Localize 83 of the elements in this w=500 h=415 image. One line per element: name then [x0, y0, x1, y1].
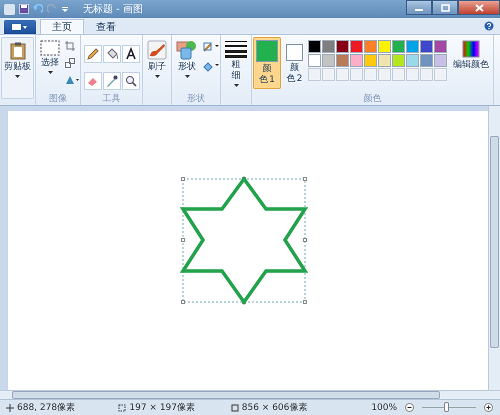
rotate-icon[interactable]: [65, 75, 79, 85]
menu-icon: [11, 23, 29, 31]
help-icon[interactable]: [484, 21, 494, 31]
dashed-rectangle-icon: [40, 40, 60, 56]
color-swatch[interactable]: [392, 40, 405, 53]
zoom-level: 100%: [371, 402, 398, 412]
color-swatch[interactable]: [336, 40, 349, 53]
ribbon-tab[interactable]: 主页: [40, 19, 84, 34]
color-swatch[interactable]: [420, 40, 433, 53]
color-spectrum-icon: [462, 40, 480, 58]
caret-icon: [154, 75, 160, 78]
selection-size: 197 × 197像素: [129, 402, 196, 414]
color-swatch[interactable]: [392, 54, 405, 67]
paint-app-icon[interactable]: [4, 4, 15, 14]
select-button[interactable]: 选择: [37, 37, 63, 77]
clipboard-icon: [10, 42, 26, 60]
color-swatch[interactable]: [378, 40, 391, 53]
color-swatch[interactable]: [308, 54, 321, 67]
maximize-button[interactable]: [432, 0, 458, 15]
color-swatch[interactable]: [378, 54, 391, 67]
shapes-icon: [176, 40, 198, 60]
group-label: 图像: [49, 94, 67, 105]
crosshair-icon: [6, 404, 14, 412]
shapes-button[interactable]: 形状: [173, 37, 201, 81]
paint-menu-button[interactable]: [4, 20, 36, 34]
group-label: 颜色: [364, 94, 382, 105]
color-picker-icon[interactable]: [103, 72, 121, 90]
pencil-icon[interactable]: [84, 45, 102, 63]
crop-icon[interactable]: [65, 41, 75, 51]
dropdown-icon[interactable]: [61, 5, 69, 13]
fill-bucket-icon[interactable]: [103, 45, 121, 63]
color-swatch[interactable]: [364, 40, 377, 53]
size-button[interactable]: 粗细: [222, 37, 250, 90]
caret-icon: [184, 75, 190, 78]
minus-icon: [404, 403, 414, 412]
vertical-scrollbar[interactable]: [488, 106, 500, 390]
color-swatch[interactable]: [406, 54, 419, 67]
plus-icon: [484, 403, 494, 412]
group-label: 工具: [102, 94, 120, 105]
window-title: 无标题 - 画图: [83, 2, 143, 16]
color-swatch[interactable]: [350, 54, 363, 67]
color-swatch[interactable]: [420, 54, 433, 67]
ribbon-tab[interactable]: 查看: [84, 19, 128, 34]
outline-icon[interactable]: [203, 41, 219, 53]
color-swatch[interactable]: [322, 54, 335, 67]
zoom-slider[interactable]: [444, 402, 450, 412]
color-swatch[interactable]: [434, 40, 447, 53]
maximize-icon: [440, 4, 450, 12]
group-label: 形状: [187, 94, 205, 105]
color-slot-button[interactable]: 颜色 2: [283, 37, 306, 88]
color-swatch[interactable]: [336, 54, 349, 67]
brush-button[interactable]: 刷子: [144, 37, 170, 81]
zoom-out-button[interactable]: [404, 402, 415, 413]
selection-icon: [117, 404, 126, 412]
zoom-in-button[interactable]: [483, 402, 494, 413]
color-swatch[interactable]: [434, 54, 447, 67]
caret-icon: [48, 71, 52, 74]
image-size: 856 × 606像素: [242, 402, 308, 414]
fill-icon[interactable]: [203, 60, 219, 72]
redo-icon[interactable]: [47, 4, 57, 14]
color-swatch[interactable]: [308, 40, 321, 53]
line-widths-icon: [225, 40, 247, 58]
cursor-position: 688, 278像素: [17, 402, 76, 414]
caret-icon: [15, 75, 20, 78]
brush-icon: [147, 40, 167, 60]
color-swatch[interactable]: [406, 40, 419, 53]
resize-icon[interactable]: [65, 58, 75, 68]
close-button[interactable]: [458, 0, 500, 15]
color-swatch[interactable]: [364, 54, 377, 67]
canvas-size-icon: [230, 404, 239, 412]
paste-button[interactable]: 剪贴板: [1, 37, 34, 99]
minimize-button[interactable]: [406, 0, 432, 15]
close-icon: [474, 4, 484, 12]
magnifier-icon[interactable]: [122, 72, 140, 90]
save-icon[interactable]: [19, 4, 29, 14]
color-swatch[interactable]: [322, 40, 335, 53]
edit-colors-button[interactable]: 编辑颜色: [450, 37, 492, 74]
horizontal-scrollbar[interactable]: [0, 390, 500, 399]
color-slot-button[interactable]: 颜色 1: [253, 37, 281, 89]
color-swatch[interactable]: [350, 40, 363, 53]
text-icon[interactable]: [122, 45, 140, 63]
undo-icon[interactable]: [33, 4, 43, 14]
caret-icon: [234, 84, 238, 87]
